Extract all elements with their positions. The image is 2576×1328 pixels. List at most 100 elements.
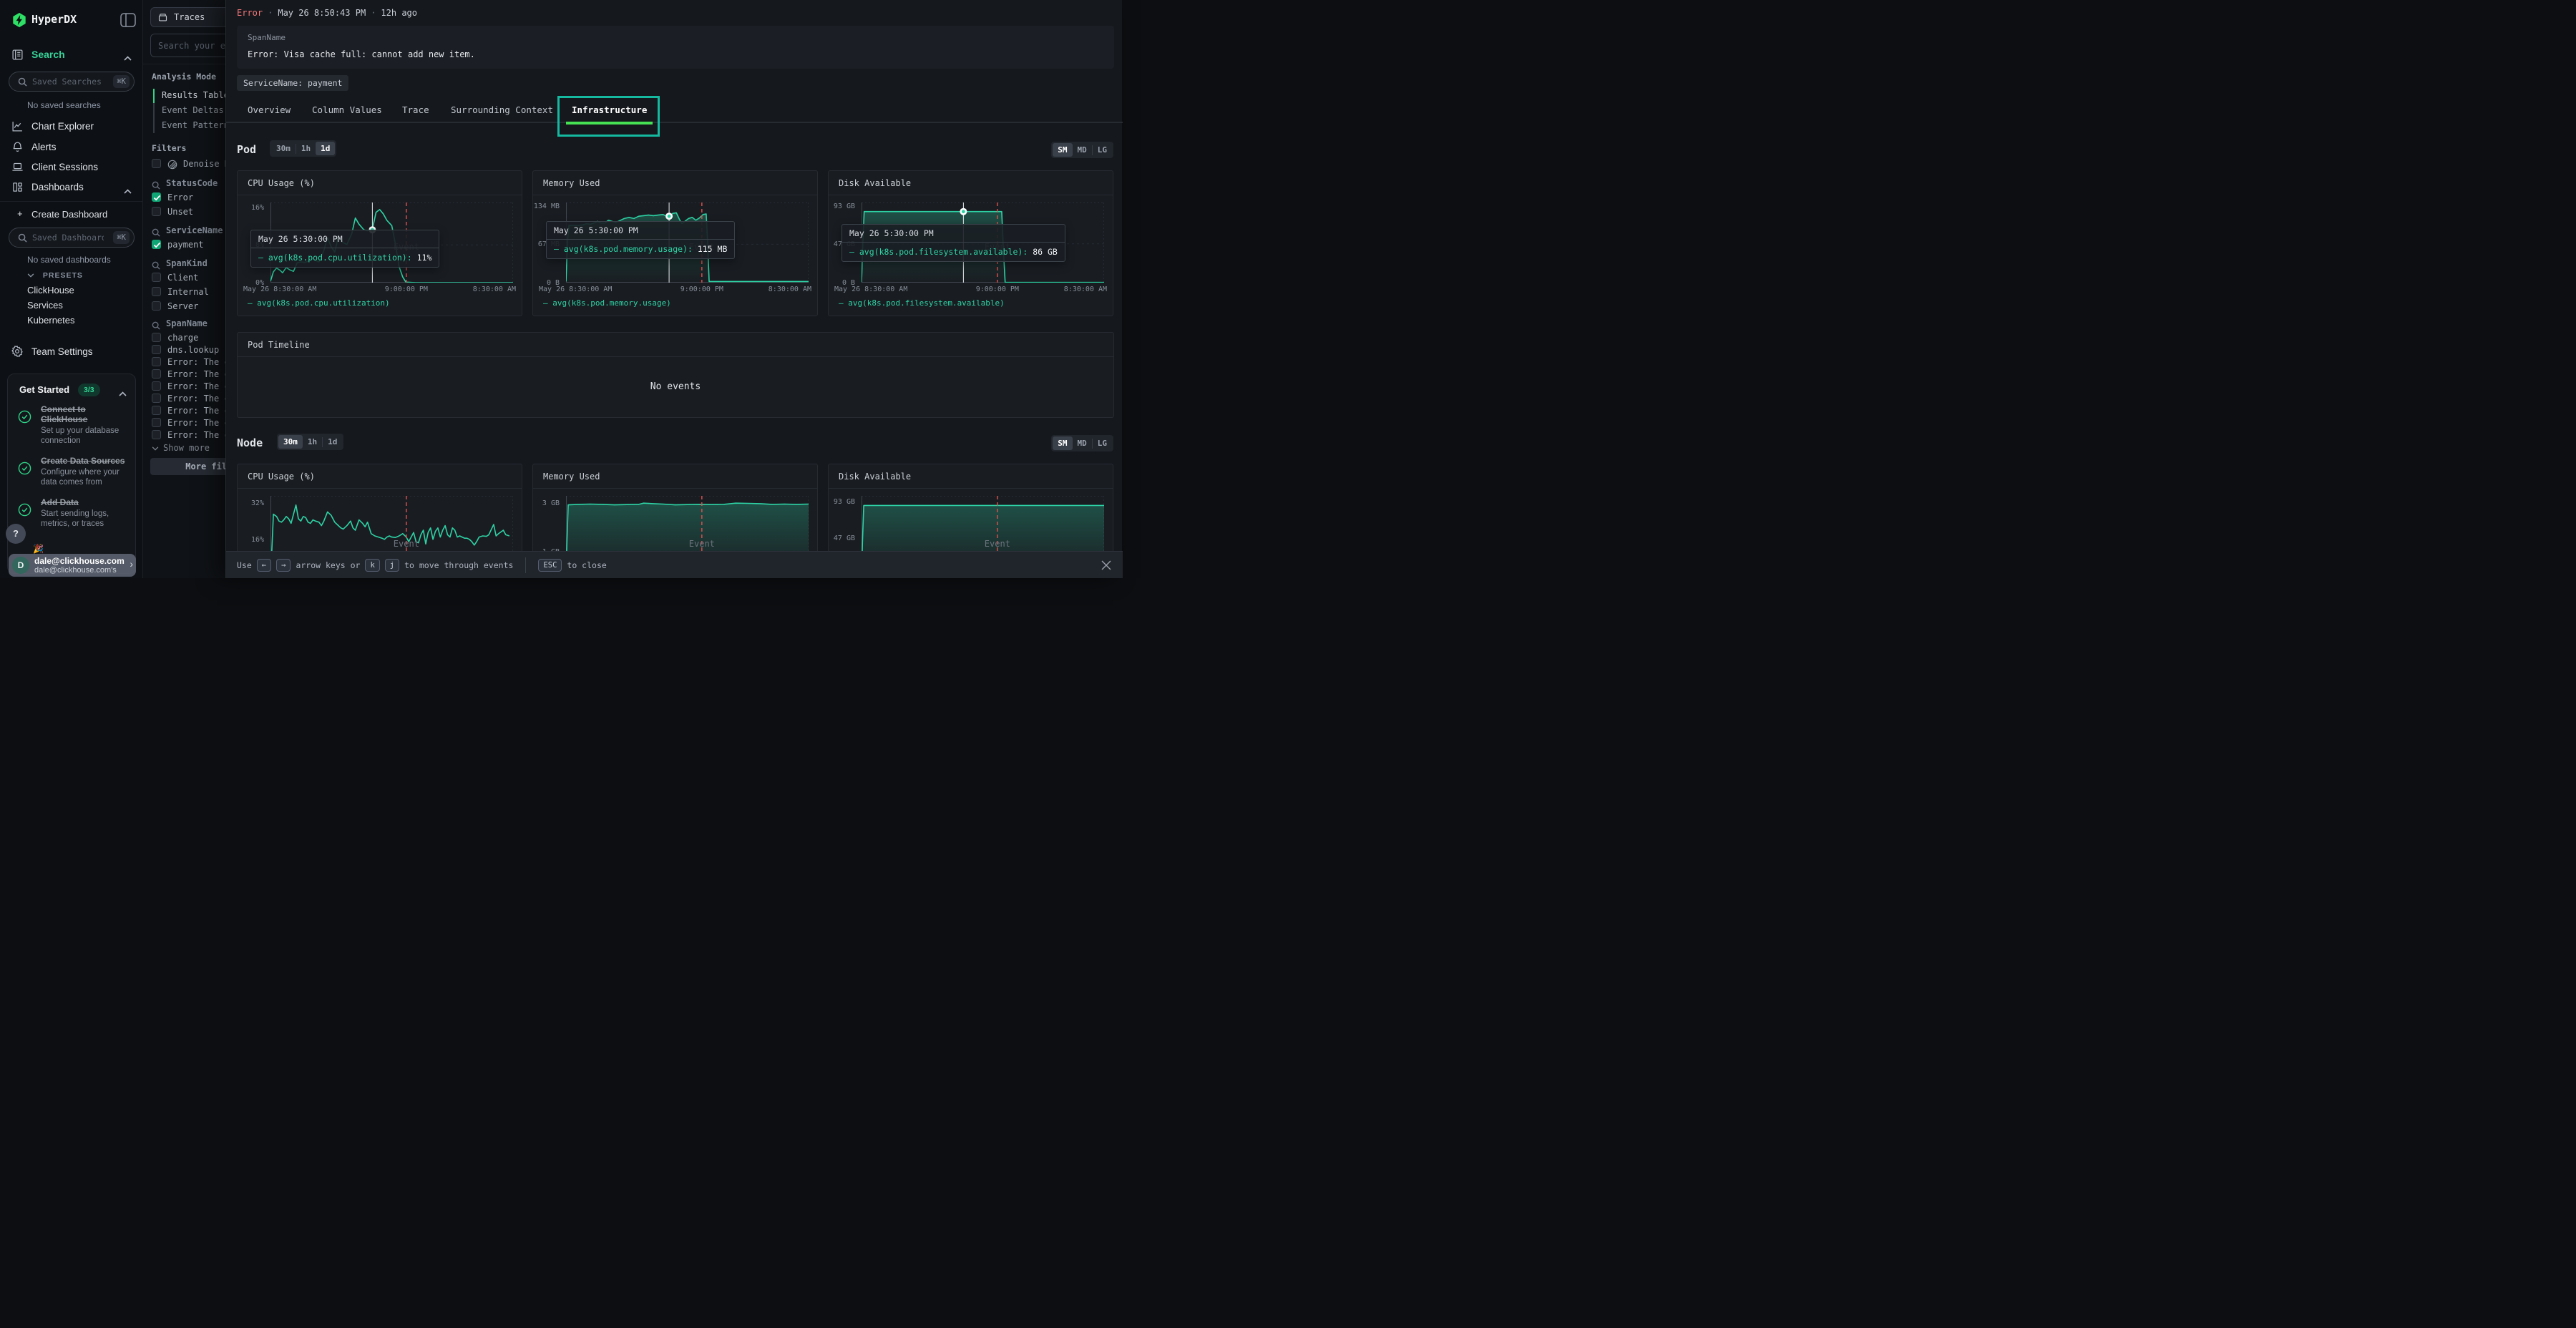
tab-overview[interactable]: Overview xyxy=(242,104,296,115)
service-name-tag[interactable]: ServiceName: payment xyxy=(237,75,348,91)
presets-toggle[interactable]: PRESETS xyxy=(27,271,83,280)
collapse-sidebar-icon[interactable] xyxy=(120,13,136,27)
checkbox-checked[interactable] xyxy=(152,240,161,249)
get-started-item-desc: Start sending logs, metrics, or traces xyxy=(41,509,131,529)
help-button[interactable]: ? xyxy=(6,524,26,544)
range-1h[interactable]: 1h xyxy=(303,435,322,449)
checkbox-unchecked[interactable] xyxy=(152,406,161,415)
presets-label: PRESETS xyxy=(43,271,83,280)
nav-label: Dashboards xyxy=(31,182,84,192)
analysis-mode-active-indicator xyxy=(153,89,155,103)
checkbox-unchecked[interactable] xyxy=(152,381,161,391)
create-dashboard-button[interactable]: + Create Dashboard xyxy=(0,208,143,222)
gear-icon xyxy=(11,345,24,361)
pod-timeline-title: Pod Timeline xyxy=(238,333,1113,357)
footer-text: to close xyxy=(567,560,606,570)
chart-tooltip: May 26 5:30:00 PM — avg(k8s.pod.cpu.util… xyxy=(250,230,439,268)
search-icon[interactable] xyxy=(152,259,160,273)
node-size-control: SM MD LG xyxy=(1051,435,1113,451)
size-md[interactable]: MD xyxy=(1073,436,1092,450)
checkbox-unchecked[interactable] xyxy=(152,369,161,379)
size-sm[interactable]: SM xyxy=(1053,436,1072,450)
k-key[interactable]: k xyxy=(365,559,379,572)
event-timestamp: May 26 8:50:43 PM xyxy=(278,8,366,18)
span-error-message: Error: Visa cache full: cannot add new i… xyxy=(248,49,475,59)
chevron-up-icon[interactable] xyxy=(124,52,132,64)
analysis-mode-event-patterns[interactable]: Event Patterns xyxy=(162,120,234,130)
tab-column-values[interactable]: Column Values xyxy=(306,104,388,115)
analysis-mode-event-deltas[interactable]: Event Deltas xyxy=(162,105,224,115)
esc-key[interactable]: ESC xyxy=(538,559,562,572)
size-lg[interactable]: LG xyxy=(1093,143,1112,157)
chart-title: CPU Usage (%) xyxy=(238,171,522,195)
checkbox-unchecked[interactable] xyxy=(152,287,161,296)
sidebar-item-client-sessions[interactable]: Client Sessions xyxy=(0,160,143,177)
saved-searches-input[interactable]: ⌘K xyxy=(9,72,135,92)
saved-dashboards-input[interactable]: ⌘K xyxy=(9,228,135,248)
dashboards-icon xyxy=(11,181,24,197)
show-more-toggle[interactable]: Show more xyxy=(152,443,210,453)
checkbox-unchecked[interactable] xyxy=(152,394,161,403)
range-30m[interactable]: 30m xyxy=(278,435,303,449)
sidebar-item-chart-explorer[interactable]: Chart Explorer xyxy=(0,119,143,136)
chart-legend: — avg(k8s.pod.memory.usage) xyxy=(543,298,671,308)
search-icon[interactable] xyxy=(152,226,160,240)
size-sm[interactable]: SM xyxy=(1053,143,1072,157)
checkbox-unchecked[interactable] xyxy=(152,430,161,439)
analysis-mode-results-table[interactable]: Results Table xyxy=(162,90,229,100)
range-30m[interactable]: 30m xyxy=(271,142,296,155)
source-select-value: Traces xyxy=(174,12,205,22)
filters-label: Filters xyxy=(152,143,186,153)
checkbox-checked[interactable] xyxy=(152,192,161,202)
range-1h[interactable]: 1h xyxy=(296,142,316,155)
user-menu[interactable]: D dale@clickhouse.com dale@clickhouse.co… xyxy=(9,554,136,577)
size-md[interactable]: MD xyxy=(1073,143,1092,157)
preset-kubernetes[interactable]: Kubernetes xyxy=(27,315,75,326)
checkbox-unchecked[interactable] xyxy=(152,345,161,354)
checkbox-unchecked[interactable] xyxy=(152,159,161,168)
tab-surrounding-context[interactable]: Surrounding Context xyxy=(445,104,559,115)
event-marker-label: Event xyxy=(394,539,419,549)
trace-detail-panel: Error·May 26 8:50:43 PM·12h ago SpanName… xyxy=(225,0,1122,578)
sidebar-item-search[interactable]: Search xyxy=(0,47,143,64)
tab-infrastructure[interactable]: Infrastructure xyxy=(566,104,653,115)
range-1d[interactable]: 1d xyxy=(316,142,335,155)
logo-row: HyperDX xyxy=(0,10,143,31)
checkbox-unchecked[interactable] xyxy=(152,418,161,427)
search-icon[interactable] xyxy=(152,179,160,192)
range-1d[interactable]: 1d xyxy=(323,435,342,449)
chevron-up-icon[interactable] xyxy=(119,387,127,400)
chevron-up-icon[interactable] xyxy=(124,185,132,197)
checkbox-unchecked[interactable] xyxy=(152,301,161,311)
sidebar-item-dashboards[interactable]: Dashboards xyxy=(0,180,143,197)
pod-cpu-chart[interactable]: CPU Usage (%) 16%8%0% Event May 26 8:30:… xyxy=(237,170,522,316)
nav-label: Chart Explorer xyxy=(31,121,94,132)
checkbox-unchecked[interactable] xyxy=(152,357,161,366)
checkbox-unchecked[interactable] xyxy=(152,273,161,282)
no-events-message: No events xyxy=(238,357,1113,417)
pod-disk-chart[interactable]: Disk Available 93 GB47 GB0 B Event May 2… xyxy=(828,170,1113,316)
user-email: dale@clickhouse.com xyxy=(34,556,126,566)
search-section-icon xyxy=(11,49,24,64)
checkbox-unchecked[interactable] xyxy=(152,333,161,342)
close-icon[interactable] xyxy=(1100,559,1113,572)
denoise-icon xyxy=(167,159,177,172)
get-started-card: Get Started 3/3 Connect to ClickHouse Se… xyxy=(7,374,136,574)
size-lg[interactable]: LG xyxy=(1093,436,1112,450)
get-started-item-title: Create Data Sources xyxy=(41,456,131,466)
j-key[interactable]: j xyxy=(385,559,399,572)
event-marker-label: Event xyxy=(985,539,1010,549)
pod-memory-chart[interactable]: Memory Used 134 MB67 MB0 B Event May 26 … xyxy=(532,170,818,316)
tab-trace[interactable]: Trace xyxy=(396,104,435,115)
sidebar-item-team-settings[interactable]: Team Settings xyxy=(0,345,143,361)
status-badge: Error xyxy=(237,8,263,18)
app-title: HyperDX xyxy=(31,13,77,26)
right-arrow-key[interactable]: → xyxy=(276,559,291,572)
analysis-mode-label: Analysis Mode xyxy=(152,72,216,82)
search-icon[interactable] xyxy=(152,319,160,333)
preset-clickhouse[interactable]: ClickHouse xyxy=(27,285,74,296)
preset-services[interactable]: Services xyxy=(27,300,63,311)
left-arrow-key[interactable]: ← xyxy=(257,559,271,572)
checkbox-unchecked[interactable] xyxy=(152,207,161,216)
sidebar-item-alerts[interactable]: Alerts xyxy=(0,140,143,157)
